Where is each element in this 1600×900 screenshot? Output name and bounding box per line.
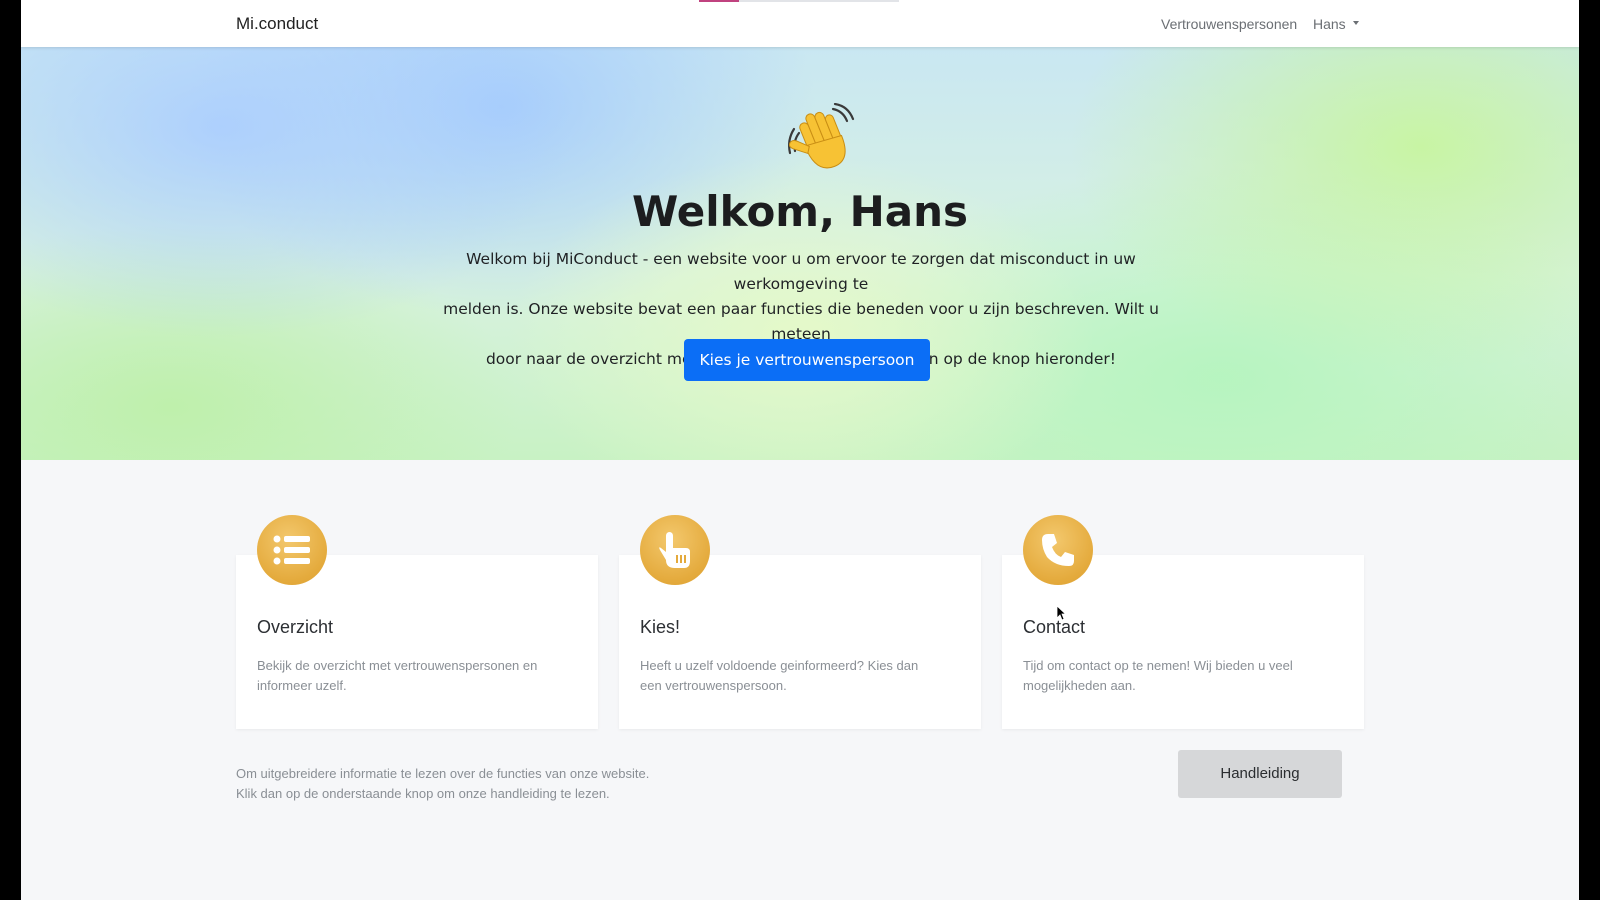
card-description-line: Tijd om contact op te nemen! Wij bieden …: [1023, 658, 1293, 673]
card-title: Contact: [1023, 617, 1086, 637]
card-description: Bekijk de overzicht met vertrouwensperso…: [257, 656, 577, 696]
page-title: Welkom, Hans: [631, 187, 969, 236]
manual-info-line: Om uitgebreidere informatie te lezen ove…: [236, 766, 650, 781]
card-description: Heeft u uzelf voldoende geinformeerd? Ki…: [640, 656, 960, 696]
card-title: Kies!: [640, 617, 681, 637]
card-description-line: Heeft u uzelf voldoende geinformeerd? Ki…: [640, 658, 919, 673]
card-description-line: informeer uzelf.: [257, 678, 347, 693]
navbar: Mi.conduct Vertrouwenspersonen Hans: [21, 0, 1579, 47]
manual-button[interactable]: Handleiding: [1178, 750, 1342, 798]
user-menu-dropdown[interactable]: Hans: [1313, 16, 1359, 32]
caret-down-icon: [1352, 21, 1359, 26]
brand-logo-link[interactable]: Mi.conduct: [236, 14, 318, 34]
hero-description-line: melden is. Onze website bevat een paar f…: [443, 300, 1159, 343]
feature-card-contact[interactable]: Contact Tijd om contact op te nemen! Wij…: [1002, 515, 1364, 729]
card-description-line: Bekijk de overzicht met vertrouwensperso…: [257, 658, 538, 673]
page-loading-bar: [699, 0, 899, 2]
card-title: Overzicht: [257, 617, 334, 637]
user-menu-label: Hans: [1313, 16, 1346, 32]
card-description-line: een vertrouwenspersoon.: [640, 678, 787, 693]
choose-confidant-button[interactable]: Kies je vertrouwenspersoon: [684, 339, 930, 381]
pointing-hand-icon: [640, 515, 710, 585]
list-icon: [257, 515, 327, 585]
phone-icon: [1023, 515, 1093, 585]
manual-info-text: Om uitgebreidere informatie te lezen ove…: [236, 764, 649, 804]
hero-section: Welkom, Hans Welkom bij MiConduct - een …: [21, 47, 1579, 460]
manual-info-line: Klik dan op de onderstaande knop om onze…: [236, 786, 610, 801]
nav-link-vertrouwenspersonen[interactable]: Vertrouwenspersonen: [1161, 16, 1297, 32]
feature-card-overzicht[interactable]: Overzicht Bekijk de overzicht met vertro…: [236, 515, 598, 729]
card-description-line: mogelijkheden aan.: [1023, 678, 1136, 693]
card-description: Tijd om contact op te nemen! Wij bieden …: [1023, 656, 1343, 696]
page: Mi.conduct Vertrouwenspersonen Hans Welk…: [21, 0, 1579, 900]
hero-description-line: Welkom bij MiConduct - een website voor …: [466, 250, 1136, 293]
page-loading-bar-fill: [699, 0, 739, 2]
mouse-cursor-icon: [1056, 605, 1066, 621]
feature-card-kies[interactable]: Kies! Heeft u uzelf voldoende geinformee…: [619, 515, 981, 729]
waving-hand-icon: [788, 103, 855, 169]
